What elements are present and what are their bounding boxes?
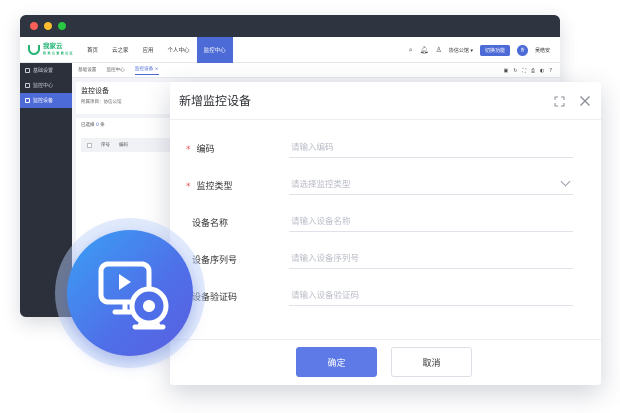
refresh-icon[interactable]: ↻ — [513, 68, 517, 74]
dialog-header: 新增监控设备 — [170, 82, 601, 120]
selected-prefix: 已选择 — [81, 123, 95, 128]
nav-monitor-center[interactable]: 监控中心 — [196, 36, 233, 63]
nav-cloud-home[interactable]: 云之家 — [105, 37, 136, 63]
sidebar-item-basic-settings[interactable]: 基础设置 — [20, 63, 72, 78]
dialog-header-icons — [554, 82, 591, 120]
switch-function-button[interactable]: 切换功能 — [479, 44, 510, 56]
page-title: 监控设备 — [81, 87, 109, 95]
table-header: 序号 编码 — [81, 138, 171, 152]
code-label-text: 编码 — [196, 145, 215, 155]
sidebar-item-label: 监控设备 — [33, 98, 54, 104]
logo-text: 我家云我 家 云 智 能 社 区 — [43, 41, 73, 57]
form-row-verify: 设备验证码 请输入设备验证码 — [170, 268, 601, 306]
verify-code-input[interactable]: 请输入设备验证码 — [289, 284, 573, 306]
logo: 我家云我 家 云 智 能 社 区 — [28, 41, 76, 57]
tab-basic-settings[interactable]: 基础设置 — [78, 67, 96, 73]
selected-number: 0 — [95, 123, 99, 128]
dialog-title: 新增监控设备 — [179, 94, 252, 108]
required-mark: * — [186, 182, 191, 192]
sidebar-item-label: 监控中心 — [33, 83, 54, 89]
selected-count: 已选择 0 条 — [81, 122, 171, 128]
nav-apps[interactable]: 应用 — [136, 37, 161, 63]
column-header-code: 编码 — [119, 143, 128, 148]
expand-icon[interactable] — [554, 96, 565, 107]
close-icon[interactable] — [579, 95, 591, 107]
page-header-panel: 监控设备 所属项目：协信公馆 — [76, 82, 176, 114]
required-mark: * — [186, 145, 191, 155]
chevron-down-icon — [560, 176, 571, 187]
user-icon[interactable]: ♙ — [436, 46, 442, 54]
tab-monitor-device[interactable]: 监控设备 × — [134, 66, 159, 75]
monitor-type-placeholder: 请选择监控类型 — [291, 179, 351, 190]
name-label: 设备名称 — [192, 219, 229, 229]
tab-tools: ▣ ↻ ⛶ ⎙ ◐ ? — [504, 63, 553, 78]
cancel-button[interactable]: 取消 — [391, 347, 472, 377]
device-icon — [25, 98, 30, 103]
fullscreen-icon[interactable]: ⛶ — [522, 68, 526, 74]
maximize-window-dot[interactable] — [58, 22, 66, 30]
bell-icon[interactable]: 🔔︎ — [420, 46, 429, 54]
top-nav: 首页 云之家 应用 个人中心 监控中心 — [80, 36, 233, 63]
form-row-name: 设备名称 请输入设备名称 — [170, 194, 601, 232]
avatar[interactable]: 皆 — [516, 44, 528, 56]
sidebar-item-monitor-device[interactable]: 监控设备 — [20, 93, 72, 108]
app-header: 我家云我 家 云 智 能 社 区 首页 云之家 应用 个人中心 监控中心 ⌕ 🔔… — [20, 36, 560, 63]
serial-number-input[interactable]: 请输入设备序列号 — [289, 247, 573, 269]
theme-icon[interactable]: ◐ — [540, 68, 544, 74]
select-all-checkbox[interactable] — [87, 142, 92, 148]
tab-monitor-center[interactable]: 监控中心 — [106, 67, 124, 73]
logo-house-icon — [28, 44, 40, 55]
minimize-window-dot[interactable] — [44, 22, 52, 30]
code-label: * 编码 — [186, 142, 215, 155]
close-window-dot[interactable] — [30, 22, 38, 30]
settings-icon — [25, 68, 30, 73]
tab-label: 监控设备 — [134, 66, 154, 72]
screenshot-icon[interactable]: ▣ — [504, 68, 509, 74]
nav-home[interactable]: 首页 — [80, 37, 105, 63]
type-label-text: 监控类型 — [196, 182, 233, 192]
print-icon[interactable]: ⎙ — [531, 68, 535, 74]
form-row-code: * 编码 请输入编码 — [170, 120, 601, 158]
column-header-index: 序号 — [101, 143, 110, 148]
monitor-camera-icon — [98, 261, 169, 330]
sidebar-item-monitor-center[interactable]: 监控中心 — [20, 78, 72, 93]
org-selector[interactable]: 协信公馆 ▾ — [449, 47, 473, 54]
dialog-footer: 确定 取消 — [170, 339, 601, 385]
logo-subtitle: 我 家 云 智 能 社 区 — [43, 50, 73, 55]
search-icon[interactable]: ⌕ — [409, 46, 413, 55]
add-device-dialog: 新增监控设备 * 编码 请输入编码 * 监控类型 请选择监控类型 设备名称 请输入设… — [170, 82, 601, 385]
monitor-icon — [25, 83, 30, 88]
monitor-type-select[interactable]: 请选择监控类型 — [289, 173, 573, 195]
code-input[interactable]: 请输入编码 — [289, 136, 573, 158]
window-titlebar — [20, 15, 560, 37]
logo-title: 我家云 — [43, 41, 63, 50]
stage: 我家云我 家 云 智 能 社 区 首页 云之家 应用 个人中心 监控中心 ⌕ 🔔… — [0, 0, 620, 413]
tab-close-icon[interactable]: × — [155, 67, 159, 72]
device-name-input[interactable]: 请输入设备名称 — [289, 210, 573, 232]
confirm-button[interactable]: 确定 — [296, 347, 377, 377]
monitor-camera-badge — [67, 230, 193, 356]
sidebar-item-label: 基础设置 — [33, 68, 54, 74]
selected-suffix: 条 — [100, 123, 105, 128]
project-label: 所属项目：协信公馆 — [81, 100, 122, 105]
form-row-type: * 监控类型 请选择监控类型 — [170, 157, 601, 195]
form-row-serial: 设备序列号 请输入设备序列号 — [170, 231, 601, 269]
user-name[interactable]: 吴皓安 — [535, 47, 550, 54]
type-label: * 监控类型 — [186, 179, 233, 192]
nav-personal[interactable]: 个人中心 — [161, 37, 197, 63]
page-tabs: 基础设置 监控中心 监控设备 × ▣ ↻ ⛶ ⎙ ◐ ? — [72, 63, 560, 78]
help-icon[interactable]: ? — [549, 68, 552, 74]
header-tools: ⌕ 🔔︎ ♙ 协信公馆 ▾ 切换功能 皆 吴皓安 — [409, 37, 550, 63]
